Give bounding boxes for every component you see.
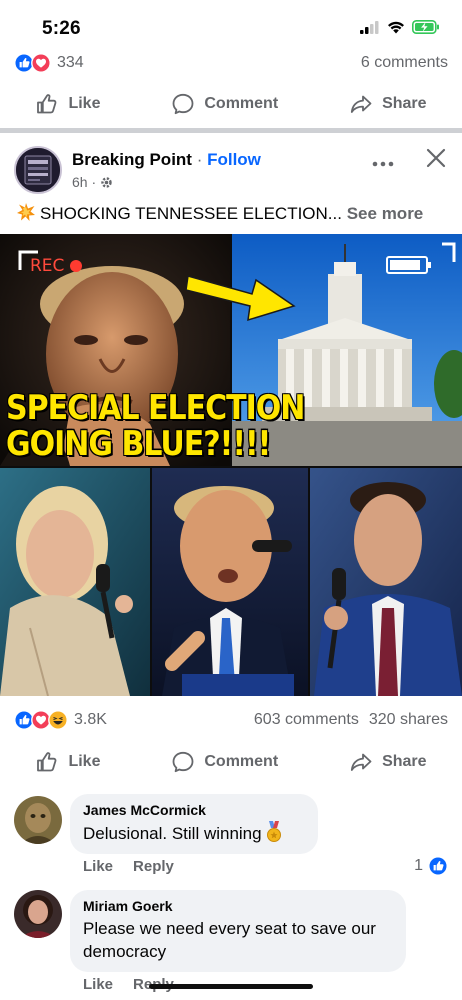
comments-count[interactable]: 6 comments [361,54,448,72]
cellular-signal-icon [360,20,379,34]
commenter-avatar[interactable] [14,890,62,938]
post-body-text: SHOCKING TENNESSEE ELECTION... [40,204,342,223]
woman-speaker-illustration [0,468,150,696]
post-reaction-summary: 3.8K 603 comments 320 shares [14,708,448,732]
avatar-image [14,796,62,844]
feed-divider [0,128,462,133]
comment-author[interactable]: James McCormick [83,802,305,818]
comment-reaction-count[interactable]: 1 [414,856,448,876]
avatar-image [14,890,62,938]
shares-count[interactable]: 320 shares [369,711,448,729]
comment-like-button[interactable]: Like [83,858,113,875]
status-bar: 5:26 [0,0,462,50]
share-button[interactable]: Share [349,92,427,116]
like-label: Like [68,95,101,112]
battery-charging-icon [412,20,439,34]
rec-label: REC [30,256,65,276]
page-logo [16,148,60,192]
comment-button[interactable]: Comment [171,92,278,116]
status-time: 5:26 [42,18,81,39]
like-reaction-icon [428,856,448,876]
share-button[interactable]: Share [349,750,427,774]
like-label: Like [68,753,101,770]
see-more-link[interactable]: See more [347,204,424,223]
man-center-illustration [152,468,308,696]
more-dots-icon [372,161,394,167]
comment-bubble-icon [172,751,194,773]
comment-like-button[interactable]: Like [83,976,113,993]
reaction-icons [14,710,68,730]
comment-button[interactable]: Comment [171,750,278,774]
follow-button[interactable]: Follow [207,150,261,169]
comment-actions: Like Reply [83,858,174,875]
post-text: SHOCKING TENNESSEE ELECTION... See more [16,202,448,224]
wifi-icon [388,21,404,33]
man-right-illustration [310,468,462,696]
share-arrow-icon [350,95,372,113]
post-time[interactable]: 6h · [72,174,96,190]
like-button[interactable]: Like [35,750,100,774]
thumbs-up-icon [37,94,57,114]
close-icon [426,148,446,168]
reaction-count: 3.8K [74,711,107,728]
public-settings-icon [101,176,112,188]
name-separator: · [191,150,208,169]
previous-post-action-bar: Like Comment Share [0,82,462,126]
reaction-icons [14,53,51,73]
share-label: Share [382,95,427,112]
status-icons [360,20,440,34]
page-avatar[interactable] [14,146,62,194]
reaction-summary[interactable]: 334 [14,53,84,73]
comment-text: Delusional. Still winning [83,821,305,845]
comment-item: James McCormick Delusional. Still winnin… [14,794,448,884]
post-image[interactable]: REC SPECIAL ELECTION GOING BLUE?!!!! [0,234,462,696]
home-indicator[interactable] [149,984,313,989]
comment-label: Comment [204,753,279,770]
more-options-button[interactable] [372,154,394,172]
comment-author[interactable]: Miriam Goerk [83,898,393,914]
arrow-right-icon [186,275,296,322]
engagement-counts: 603 comments 320 shares [254,711,448,729]
rec-dot [70,260,83,272]
love-reaction-icon [31,53,51,73]
share-arrow-icon [350,753,372,771]
comment-body: Please we need every seat to save our de… [83,919,376,961]
comments-count[interactable]: 603 comments [254,711,359,729]
page-name[interactable]: Breaking Point [72,150,192,169]
comment-item: Miriam Goerk Please we need every seat t… [14,888,448,998]
collision-emoji-icon [17,203,35,221]
comment-body: Delusional. Still winning [83,824,262,843]
comment-bubble[interactable]: Miriam Goerk Please we need every seat t… [70,890,406,972]
yellow-arrow [186,262,298,327]
medal-emoji-icon [267,821,282,842]
thumbs-up-icon [37,752,57,772]
post-header: Breaking Point · Follow 6h · [0,142,462,198]
image-panel-woman-speaker [0,468,150,696]
post-meta: 6h · [72,174,113,190]
post-action-bar: Like Comment Share [0,740,462,784]
comment-bubble-icon [172,93,194,115]
headline-line-2: GOING BLUE?!!!! [6,424,271,463]
previous-post-reactions: 334 6 comments [14,50,448,76]
reaction-summary[interactable]: 3.8K [14,710,107,730]
image-panel-man-right [310,468,462,696]
page-name-line: Breaking Point · Follow [72,150,261,170]
comment-reply-button[interactable]: Reply [133,858,174,875]
hide-post-button[interactable] [426,148,446,173]
share-label: Share [382,753,427,770]
comment-label: Comment [204,95,279,112]
headline-line-1: SPECIAL ELECTION [6,391,305,428]
image-headline: SPECIAL ELECTION GOING BLUE?!!!! [6,391,336,463]
commenter-avatar[interactable] [14,796,62,844]
rec-label-group: REC [30,256,83,276]
haha-reaction-icon [48,710,68,730]
reaction-count: 334 [57,54,84,71]
image-panel-man-center [152,468,308,696]
like-button[interactable]: Like [35,92,100,116]
comment-like-count: 1 [414,857,423,874]
comment-bubble[interactable]: James McCormick Delusional. Still winnin… [70,794,318,854]
